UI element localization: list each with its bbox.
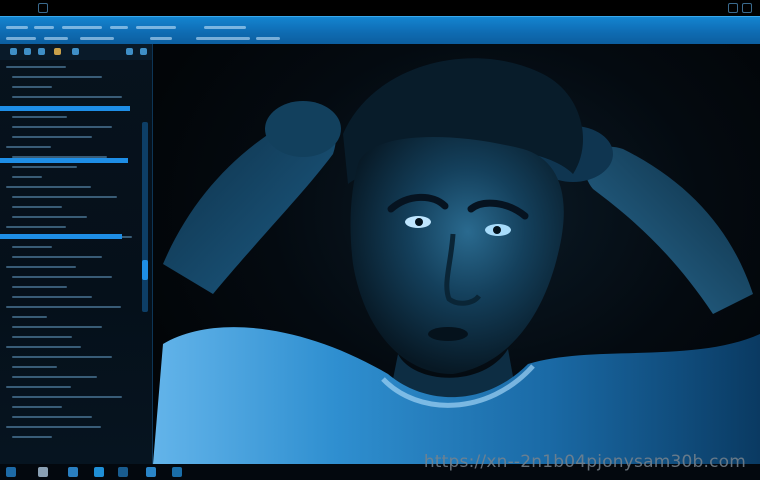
highlight-bar xyxy=(0,106,130,111)
code-line xyxy=(12,396,122,398)
code-line xyxy=(12,416,92,418)
code-line xyxy=(12,246,52,248)
code-line xyxy=(12,406,62,408)
toolbar-icon[interactable] xyxy=(24,48,31,55)
window-control-icon[interactable] xyxy=(38,3,48,13)
code-line xyxy=(12,376,97,378)
photo-area xyxy=(153,44,760,464)
code-line xyxy=(12,316,47,318)
menu-item-blur[interactable] xyxy=(62,26,102,29)
menu-item-blur[interactable] xyxy=(6,26,28,29)
code-line xyxy=(6,226,66,228)
code-line xyxy=(12,326,102,328)
code-line xyxy=(6,346,81,348)
right-arm xyxy=(584,146,753,314)
highlight-bar xyxy=(0,158,128,163)
menu-item-blur[interactable] xyxy=(110,26,128,29)
code-line xyxy=(6,386,71,388)
code-line xyxy=(12,276,112,278)
code-line xyxy=(12,366,57,368)
code-line xyxy=(12,216,87,218)
menu-item-blur[interactable] xyxy=(256,37,280,40)
code-line xyxy=(6,426,101,428)
highlight-bar xyxy=(0,234,122,239)
code-line xyxy=(12,206,62,208)
taskbar-app-icon[interactable] xyxy=(68,467,78,477)
toolbar-icon[interactable] xyxy=(140,48,147,55)
menu-item-blur[interactable] xyxy=(6,37,36,40)
menu-item-blur[interactable] xyxy=(80,37,114,40)
code-line xyxy=(12,96,122,98)
window-control-icon[interactable] xyxy=(742,3,752,13)
code-line xyxy=(12,86,52,88)
title-strip xyxy=(0,0,760,16)
menu-item-blur[interactable] xyxy=(34,26,54,29)
code-line xyxy=(12,286,67,288)
code-line xyxy=(6,306,121,308)
toolbar-icon[interactable] xyxy=(126,48,133,55)
taskbar-app-icon[interactable] xyxy=(118,467,128,477)
code-line xyxy=(12,256,102,258)
man-photo xyxy=(153,58,760,464)
menu-item-blur[interactable] xyxy=(44,37,68,40)
menu-item-blur[interactable] xyxy=(196,37,250,40)
code-line xyxy=(12,356,112,358)
code-line xyxy=(6,266,76,268)
toolbar-icon[interactable] xyxy=(72,48,79,55)
taskbar-app-icon[interactable] xyxy=(6,467,16,477)
scrollbar[interactable] xyxy=(142,122,148,312)
taskbar-app-icon[interactable] xyxy=(38,467,48,477)
mouth xyxy=(428,327,468,341)
code-line xyxy=(12,176,42,178)
code-line xyxy=(12,296,92,298)
left-hand xyxy=(265,101,341,157)
code-line xyxy=(6,146,51,148)
code-line xyxy=(6,66,66,68)
code-line xyxy=(12,136,92,138)
taskbar-app-icon[interactable] xyxy=(94,467,104,477)
code-line xyxy=(6,186,91,188)
code-line xyxy=(12,336,72,338)
code-line xyxy=(12,126,112,128)
menu-item-blur[interactable] xyxy=(150,37,172,40)
toolbar-icon[interactable] xyxy=(10,48,17,55)
menu-band xyxy=(0,16,760,44)
code-line xyxy=(12,196,117,198)
watermark-url: https://xn--2n1b04pjonysam30b.com xyxy=(423,452,746,472)
panel-toolbar xyxy=(0,44,152,60)
taskbar-app-icon[interactable] xyxy=(146,467,156,477)
code-line xyxy=(12,116,67,118)
toolbar-icon[interactable] xyxy=(38,48,45,55)
scrollbar-thumb[interactable] xyxy=(142,260,148,280)
menu-item-blur[interactable] xyxy=(204,26,246,29)
code-line xyxy=(12,436,52,438)
toolbar-icon[interactable] xyxy=(54,48,61,55)
code-line xyxy=(12,166,77,168)
code-line xyxy=(12,76,102,78)
taskbar-app-icon[interactable] xyxy=(172,467,182,477)
window-control-icon[interactable] xyxy=(728,3,738,13)
menu-item-blur[interactable] xyxy=(136,26,176,29)
code-panel xyxy=(0,44,153,464)
screen: https://xn--2n1b04pjonysam30b.com xyxy=(0,0,760,480)
